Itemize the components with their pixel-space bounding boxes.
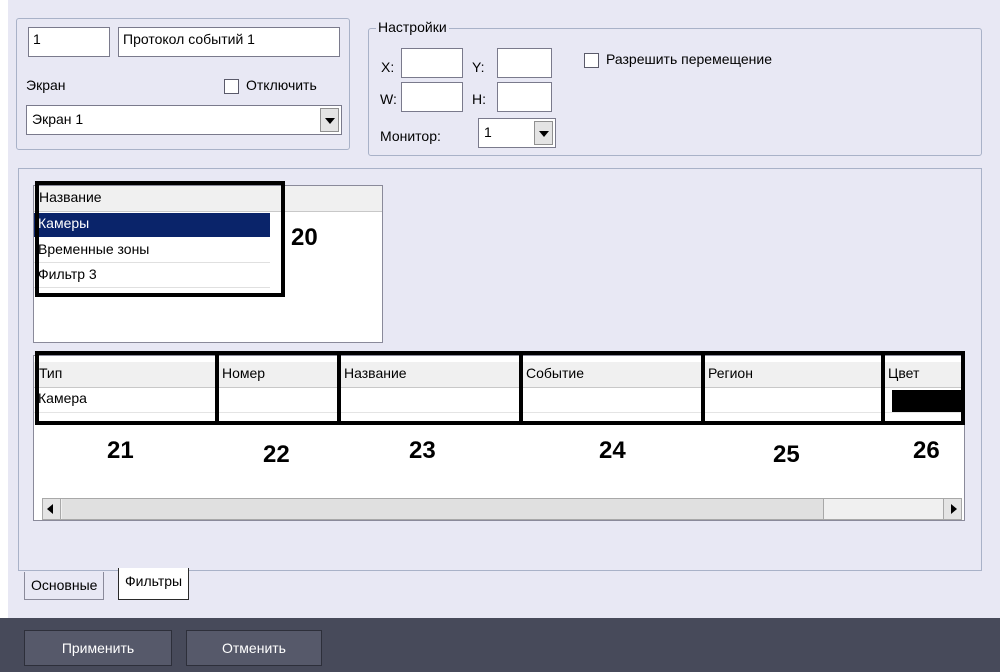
h-field[interactable] [497,82,552,112]
allow-move-checkbox[interactable] [584,53,599,68]
callout-23: 23 [409,437,436,464]
screen-label: Экран [26,77,66,93]
callout-box-25 [701,351,885,425]
tab-filters[interactable]: Фильтры [118,568,190,600]
monitor-select[interactable]: 1 [478,118,556,148]
y-field[interactable] [497,48,552,78]
arrow-right-icon [951,504,957,514]
allow-move-label: Разрешить перемещение [606,51,772,67]
h-label: H: [472,91,486,107]
callout-box-23 [337,351,523,425]
w-field[interactable] [401,82,463,112]
x-field[interactable] [401,48,463,78]
chevron-down-icon[interactable] [320,108,339,132]
disable-label: Отключить [246,77,317,93]
screen-select[interactable]: Экран 1 [26,105,342,135]
screen-select-value: Экран 1 [32,111,84,127]
disable-checkbox[interactable] [224,79,239,94]
monitor-label: Монитор: [380,128,441,144]
cancel-button[interactable]: Отменить [186,630,322,666]
callout-box-24 [519,351,705,425]
scroll-left-button[interactable] [43,499,61,519]
y-label: Y: [472,59,485,75]
w-label: W: [380,91,397,107]
settings-group-title: Настройки [376,19,449,35]
callout-26: 26 [913,437,940,464]
scroll-right-button[interactable] [943,499,961,519]
callout-22: 22 [263,441,290,468]
object-name-field[interactable]: Протокол событий 1 [118,27,340,57]
callout-20: 20 [291,224,318,251]
apply-button[interactable]: Применить [24,630,172,666]
callout-24: 24 [599,437,626,464]
settings-window: 1 Протокол событий 1 Экран Отключить Экр… [8,0,1000,618]
callout-box-20 [35,181,285,297]
tab-main[interactable]: Основные [24,572,105,600]
arrow-left-icon [47,504,53,514]
callout-25: 25 [773,441,800,468]
chevron-down-icon[interactable] [534,121,553,145]
object-id-field[interactable]: 1 [28,27,110,57]
x-label: X: [381,59,395,75]
monitor-select-value: 1 [484,124,492,140]
callout-box-22 [215,351,341,425]
callout-box-26 [881,351,965,425]
callout-21: 21 [107,437,134,464]
tab-page: Название Камеры Временные зоны Фильтр 3 … [18,168,982,571]
horizontal-scrollbar[interactable] [42,498,962,520]
callout-box-21 [35,351,219,425]
scroll-thumb[interactable] [62,499,824,519]
